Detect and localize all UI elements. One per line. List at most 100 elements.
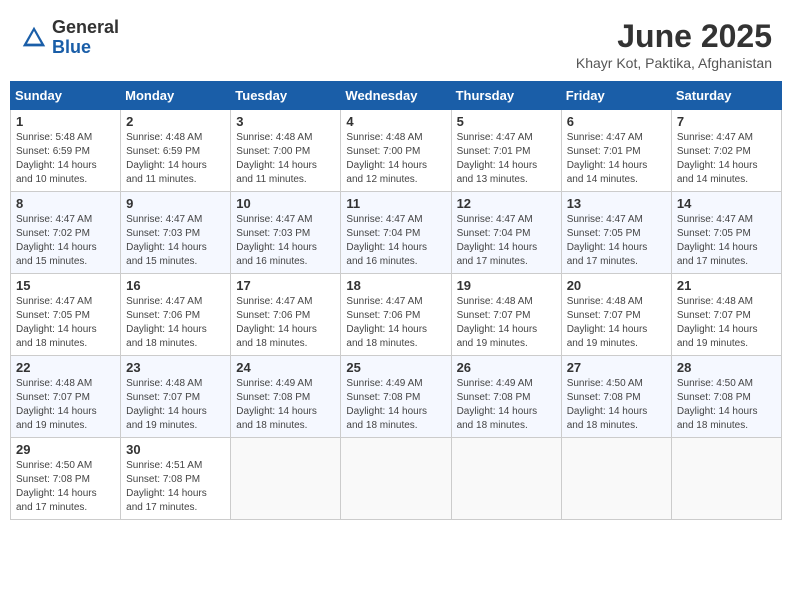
week-row-2: 8 Sunrise: 4:47 AMSunset: 7:02 PMDaylight… [11,192,782,274]
day-cell: 1 Sunrise: 5:48 AMSunset: 6:59 PMDaylight… [11,110,121,192]
day-number: 29 [16,442,115,457]
day-cell: 20Sunrise: 4:48 AMSunset: 7:07 PMDayligh… [561,274,671,356]
day-info: Sunrise: 4:47 AMSunset: 7:03 PMDaylight:… [236,213,335,269]
day-cell: 28 Sunrise: 4:50 AMSunset: 7:08 PMDayligh… [671,356,781,438]
day-number: 1 [16,114,115,129]
day-cell: 22 Sunrise: 4:48 AMSunset: 7:07 PMDayligh… [11,356,121,438]
week-row-3: 15Sunrise: 4:47 AMSunset: 7:05 PMDayligh… [11,274,782,356]
day-info: Sunrise: 4:48 AMSunset: 7:00 PMDaylight:… [236,131,335,187]
page-header: General Blue June 2025 Khayr Kot, Paktik… [10,10,782,75]
day-number: 21 [677,278,776,293]
header-sunday: Sunday [11,82,121,110]
day-info: Sunrise: 4:49 AMSunset: 7:08 PMDaylight:… [457,377,556,433]
header-thursday: Thursday [451,82,561,110]
day-cell: 10 Sunrise: 4:47 AMSunset: 7:03 PMDayligh… [231,192,341,274]
day-number: 24 [236,360,335,375]
day-number: 4 [346,114,445,129]
day-info: Sunrise: 4:47 AMSunset: 7:03 PMDaylight:… [126,213,225,269]
logo-blue: Blue [52,38,119,58]
day-cell: 25 Sunrise: 4:49 AMSunset: 7:08 PMDayligh… [341,356,451,438]
day-number: 30 [126,442,225,457]
day-cell [561,438,671,520]
day-number: 16 [126,278,225,293]
day-number: 27 [567,360,666,375]
day-info: Sunrise: 4:47 AMSunset: 7:04 PMDaylight:… [457,213,556,269]
location-title: Khayr Kot, Paktika, Afghanistan [576,55,772,71]
day-number: 28 [677,360,776,375]
day-number: 20 [567,278,666,293]
day-cell: 9 Sunrise: 4:47 AMSunset: 7:03 PMDaylight… [121,192,231,274]
day-cell: 23 Sunrise: 4:48 AMSunset: 7:07 PMDayligh… [121,356,231,438]
day-info: Sunrise: 4:47 AMSunset: 7:02 PMDaylight:… [677,131,776,187]
day-info: Sunrise: 4:48 AMSunset: 7:07 PMDaylight:… [126,377,225,433]
month-title: June 2025 [576,18,772,55]
calendar-header-row: SundayMondayTuesdayWednesdayThursdayFrid… [11,82,782,110]
day-cell: 14 Sunrise: 4:47 AMSunset: 7:05 PMDayligh… [671,192,781,274]
day-number: 13 [567,196,666,211]
day-info: Sunrise: 4:47 AMSunset: 7:06 PMDaylight:… [236,295,335,351]
day-number: 6 [567,114,666,129]
day-number: 8 [16,196,115,211]
day-number: 17 [236,278,335,293]
day-number: 14 [677,196,776,211]
day-cell: 30Sunrise: 4:51 AMSunset: 7:08 PMDayligh… [121,438,231,520]
day-info: Sunrise: 4:47 AMSunset: 7:02 PMDaylight:… [16,213,115,269]
week-row-1: 1 Sunrise: 5:48 AMSunset: 6:59 PMDaylight… [11,110,782,192]
day-info: Sunrise: 4:47 AMSunset: 7:05 PMDaylight:… [567,213,666,269]
day-cell: 18Sunrise: 4:47 AMSunset: 7:06 PMDayligh… [341,274,451,356]
title-area: June 2025 Khayr Kot, Paktika, Afghanista… [576,18,772,71]
day-number: 12 [457,196,556,211]
day-cell: 16 Sunrise: 4:47 AMSunset: 7:06 PMDayligh… [121,274,231,356]
day-number: 19 [457,278,556,293]
day-info: Sunrise: 4:48 AMSunset: 7:00 PMDaylight:… [346,131,445,187]
day-cell: 15Sunrise: 4:47 AMSunset: 7:05 PMDayligh… [11,274,121,356]
day-cell: 5Sunrise: 4:47 AMSunset: 7:01 PMDaylight… [451,110,561,192]
day-info: Sunrise: 4:48 AMSunset: 7:07 PMDaylight:… [457,295,556,351]
day-cell: 13 Sunrise: 4:47 AMSunset: 7:05 PMDayligh… [561,192,671,274]
calendar-table: SundayMondayTuesdayWednesdayThursdayFrid… [10,81,782,520]
day-info: Sunrise: 4:47 AMSunset: 7:01 PMDaylight:… [567,131,666,187]
day-cell: 12 Sunrise: 4:47 AMSunset: 7:04 PMDayligh… [451,192,561,274]
day-cell: 3 Sunrise: 4:48 AMSunset: 7:00 PMDaylight… [231,110,341,192]
day-info: Sunrise: 5:48 AMSunset: 6:59 PMDaylight:… [16,131,115,187]
day-number: 5 [457,114,556,129]
day-cell: 2 Sunrise: 4:48 AMSunset: 6:59 PMDaylight… [121,110,231,192]
day-number: 23 [126,360,225,375]
day-cell: 26 Sunrise: 4:49 AMSunset: 7:08 PMDayligh… [451,356,561,438]
day-info: Sunrise: 4:47 AMSunset: 7:05 PMDaylight:… [677,213,776,269]
logo-icon [20,24,48,52]
day-info: Sunrise: 4:50 AMSunset: 7:08 PMDaylight:… [16,459,115,515]
day-number: 11 [346,196,445,211]
day-info: Sunrise: 4:49 AMSunset: 7:08 PMDaylight:… [346,377,445,433]
header-wednesday: Wednesday [341,82,451,110]
day-number: 10 [236,196,335,211]
day-cell [231,438,341,520]
day-cell: 24 Sunrise: 4:49 AMSunset: 7:08 PMDayligh… [231,356,341,438]
day-info: Sunrise: 4:48 AMSunset: 7:07 PMDaylight:… [16,377,115,433]
day-info: Sunrise: 4:50 AMSunset: 7:08 PMDaylight:… [567,377,666,433]
day-cell: 6 Sunrise: 4:47 AMSunset: 7:01 PMDaylight… [561,110,671,192]
logo: General Blue [20,18,119,58]
day-info: Sunrise: 4:47 AMSunset: 7:06 PMDaylight:… [346,295,445,351]
day-cell: 29 Sunrise: 4:50 AMSunset: 7:08 PMDayligh… [11,438,121,520]
day-info: Sunrise: 4:48 AMSunset: 7:07 PMDaylight:… [677,295,776,351]
day-cell: 17 Sunrise: 4:47 AMSunset: 7:06 PMDayligh… [231,274,341,356]
header-tuesday: Tuesday [231,82,341,110]
day-info: Sunrise: 4:49 AMSunset: 7:08 PMDaylight:… [236,377,335,433]
header-saturday: Saturday [671,82,781,110]
logo-general: General [52,18,119,38]
day-info: Sunrise: 4:47 AMSunset: 7:06 PMDaylight:… [126,295,225,351]
day-cell: 4 Sunrise: 4:48 AMSunset: 7:00 PMDaylight… [341,110,451,192]
day-info: Sunrise: 4:47 AMSunset: 7:05 PMDaylight:… [16,295,115,351]
day-info: Sunrise: 4:50 AMSunset: 7:08 PMDaylight:… [677,377,776,433]
day-number: 26 [457,360,556,375]
day-number: 9 [126,196,225,211]
day-number: 2 [126,114,225,129]
day-cell: 27 Sunrise: 4:50 AMSunset: 7:08 PMDayligh… [561,356,671,438]
day-number: 22 [16,360,115,375]
day-number: 3 [236,114,335,129]
day-info: Sunrise: 4:48 AMSunset: 6:59 PMDaylight:… [126,131,225,187]
day-number: 25 [346,360,445,375]
header-monday: Monday [121,82,231,110]
day-cell: 11Sunrise: 4:47 AMSunset: 7:04 PMDayligh… [341,192,451,274]
